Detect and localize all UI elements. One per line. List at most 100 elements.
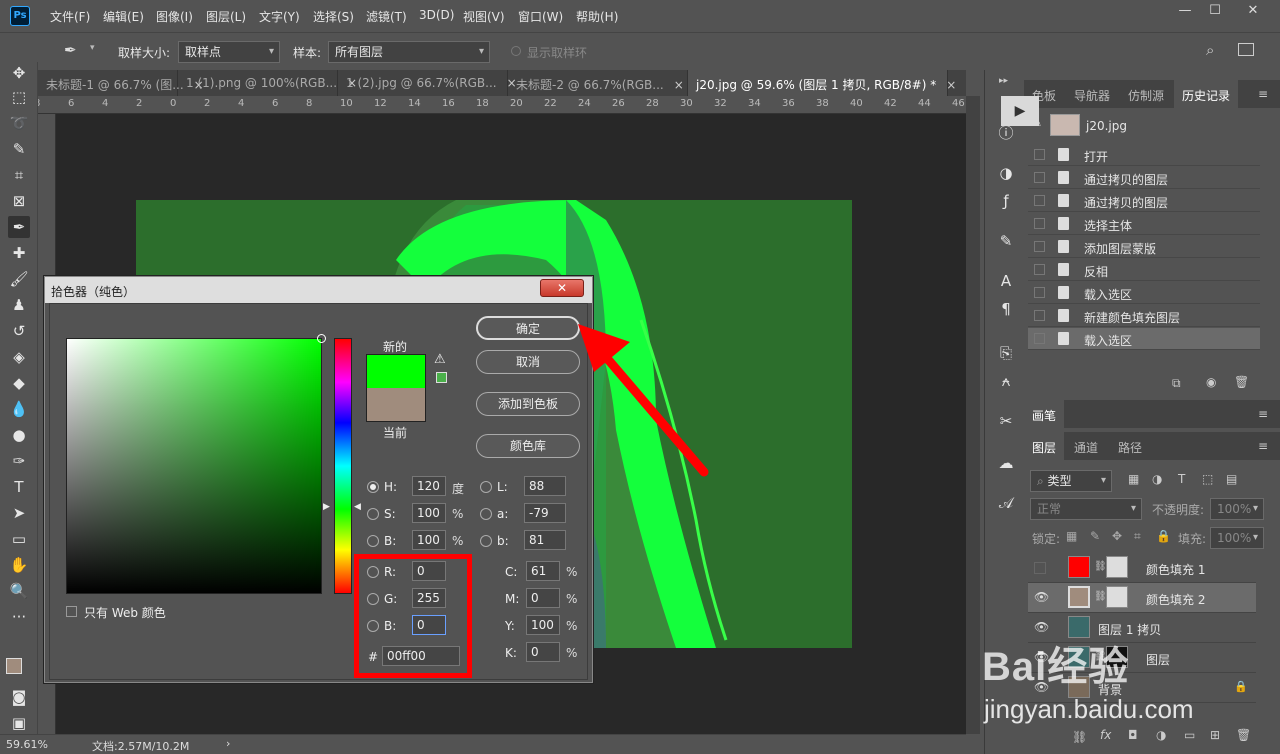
tab-navigator[interactable]: 导航器 — [1066, 80, 1118, 108]
zoom-tool-icon[interactable]: 🔍 — [8, 580, 30, 602]
menu-view[interactable]: 视图(V) — [463, 8, 505, 25]
tab-paths[interactable]: 路径 — [1110, 432, 1150, 460]
lock-paint-icon[interactable]: ✎ — [1090, 529, 1100, 543]
status-arrow-icon[interactable]: › — [226, 737, 230, 750]
dialog-close-button[interactable]: ✕ — [540, 279, 584, 297]
layer-name[interactable]: 颜色填充 2 — [1146, 591, 1205, 608]
tools-icon[interactable]: ✂ — [995, 410, 1017, 432]
radio-lab-b[interactable] — [480, 535, 492, 547]
brightness-input[interactable]: 100 — [412, 530, 446, 550]
radio-s[interactable] — [367, 508, 379, 520]
filter-adjust-icon[interactable]: ◑ — [1152, 472, 1162, 486]
lock-position-icon[interactable]: ✥ — [1112, 529, 1122, 543]
menu-type[interactable]: 文字(Y) — [259, 8, 300, 25]
hue-slider[interactable] — [334, 338, 352, 594]
history-item[interactable]: 新建颜色填充图层 — [1028, 305, 1260, 327]
workspace-icon[interactable] — [1238, 43, 1254, 56]
sample-select[interactable]: 所有图层 ▾ — [328, 41, 490, 63]
camera-icon[interactable]: ◉ — [1206, 375, 1216, 389]
panel-menu-icon[interactable]: ≡ — [1258, 87, 1268, 101]
glyph-a-icon[interactable]: 𝒜 — [995, 492, 1017, 514]
lasso-tool-icon[interactable]: ➰ — [8, 112, 30, 134]
new-document-icon[interactable]: ⧉ — [1172, 376, 1181, 391]
doc-tab-active[interactable]: j20.jpg @ 59.6% (图层 1 拷贝, RGB/8#) * × — [688, 70, 956, 96]
paragraph-icon[interactable]: ¶ — [995, 298, 1017, 320]
character-icon[interactable]: A — [995, 270, 1017, 292]
quick-select-tool-icon[interactable]: ✎ — [8, 138, 30, 160]
color-libraries-button[interactable]: 颜色库 — [476, 434, 580, 458]
menu-window[interactable]: 窗口(W) — [518, 8, 563, 25]
dodge-tool-icon[interactable]: ● — [8, 424, 30, 446]
color-field-cursor[interactable] — [317, 334, 326, 343]
doc-tab[interactable]: 未标题-1 @ 66.7% (图... × — [38, 70, 204, 96]
adjustment-layer-icon[interactable]: ◑ — [1156, 728, 1166, 742]
history-item-selected[interactable]: 载入选区 — [1028, 328, 1260, 350]
bucket-tool-icon[interactable]: ◆ — [8, 372, 30, 394]
adjustments-icon[interactable]: ◑ — [995, 162, 1017, 184]
layer-row-selected[interactable]: 👁 ⛓ 颜色填充 2 — [1028, 583, 1256, 613]
new-layer-icon[interactable]: ⊞ — [1210, 728, 1220, 742]
menu-edit[interactable]: 编辑(E) — [103, 8, 144, 25]
glyphs-icon[interactable]: ⍲ — [995, 370, 1017, 392]
shape-tool-icon[interactable]: ▭ — [8, 528, 30, 550]
layer-filter-select[interactable]: ⌕ 类型 ▾ — [1030, 470, 1112, 492]
opacity-input[interactable]: 100% ▾ — [1210, 498, 1264, 520]
brush-tool-icon[interactable]: 🖌 — [8, 268, 30, 290]
add-mask-icon[interactable]: ◘ — [1128, 728, 1138, 742]
vertical-scrollbar[interactable] — [966, 96, 980, 734]
filter-shape-icon[interactable]: ⬚ — [1202, 472, 1213, 486]
layer-row[interactable]: ⛓ 颜色填充 1 — [1028, 553, 1256, 583]
tab-clone-source[interactable]: 仿制源 — [1120, 80, 1172, 108]
menu-layer[interactable]: 图层(L) — [206, 8, 246, 25]
brush-settings-icon[interactable]: ✎ — [995, 230, 1017, 252]
cloud-icon[interactable]: ☁ — [995, 452, 1017, 474]
fx-icon[interactable]: fx — [1100, 728, 1111, 742]
styles-icon[interactable]: ƒ — [995, 190, 1017, 212]
cancel-button[interactable]: 取消 — [476, 350, 580, 374]
radio-a[interactable] — [480, 508, 492, 520]
gamut-color-swatch[interactable] — [436, 372, 447, 383]
menu-image[interactable]: 图像(I) — [156, 8, 193, 25]
screen-mode-icon[interactable]: ▣ — [8, 712, 30, 734]
frame-tool-icon[interactable]: ⊠ — [8, 190, 30, 212]
more-tools-icon[interactable]: ··· — [8, 606, 30, 628]
history-item[interactable]: 通过拷贝的图层 — [1028, 167, 1260, 189]
menu-filter[interactable]: 滤镜(T) — [366, 8, 407, 25]
a-input[interactable]: -79 — [524, 503, 566, 523]
radio-l[interactable] — [480, 481, 492, 493]
c-input[interactable]: 61 — [526, 561, 560, 581]
healing-tool-icon[interactable]: ✚ — [8, 242, 30, 264]
history-item[interactable]: 打开 — [1028, 144, 1260, 166]
eyedropper-icon[interactable]: ✒ — [64, 41, 77, 59]
tab-history[interactable]: 历史记录 — [1174, 80, 1239, 108]
type-tool-icon[interactable]: T — [8, 476, 30, 498]
add-to-swatches-button[interactable]: 添加到色板 — [476, 392, 580, 416]
color-field[interactable] — [66, 334, 326, 594]
history-item[interactable]: 添加图层蒙版 — [1028, 236, 1260, 258]
history-item[interactable]: 反相 — [1028, 259, 1260, 281]
tab-brush[interactable]: 画笔 — [1024, 400, 1065, 428]
radio-b[interactable] — [367, 535, 379, 547]
doc-tab[interactable]: 未标题-2 @ 66.7%(RGB... × — [508, 70, 688, 96]
snapshot-label[interactable]: j20.jpg — [1086, 119, 1127, 133]
k-input[interactable]: 0 — [526, 642, 560, 662]
history-brush-icon[interactable]: ↺ — [8, 320, 30, 342]
layer-mask-thumb[interactable] — [1106, 586, 1128, 608]
foreground-color-swatch[interactable] — [6, 658, 22, 674]
menu-select[interactable]: 选择(S) — [313, 8, 354, 25]
doc-tab[interactable]: 1 (1).png @ 100%(RGB... × — [178, 70, 357, 96]
minimize-button[interactable]: — — [1170, 0, 1200, 22]
hand-tool-icon[interactable]: ✋ — [8, 554, 30, 576]
path-select-icon[interactable]: ➤ — [8, 502, 30, 524]
play-icon[interactable]: ▶ — [1001, 96, 1039, 126]
h-input[interactable]: 120 — [412, 476, 446, 496]
web-only-checkbox[interactable] — [66, 606, 77, 617]
zoom-level[interactable]: 59.61% — [6, 738, 48, 751]
panel-menu-icon[interactable]: ≡ — [1258, 439, 1268, 453]
history-item[interactable]: 通过拷贝的图层 — [1028, 190, 1260, 212]
collapse-icon[interactable]: ▸▸ — [999, 76, 1008, 86]
ok-button[interactable]: 确定 — [476, 316, 580, 340]
tab-channels[interactable]: 通道 — [1066, 432, 1106, 460]
layer-name[interactable]: 图层 — [1146, 651, 1170, 668]
y-input[interactable]: 100 — [526, 615, 560, 635]
